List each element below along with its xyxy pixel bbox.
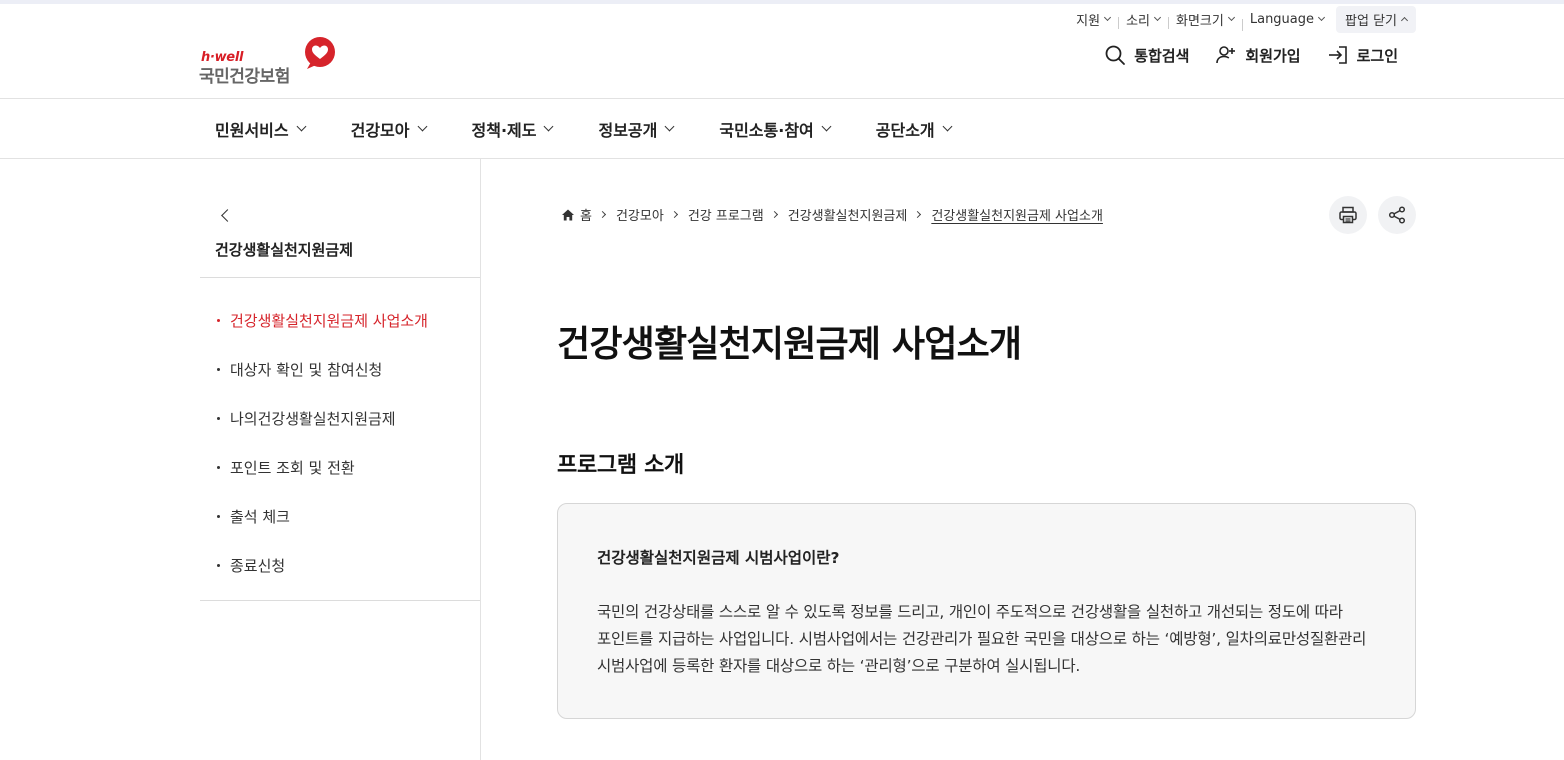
- bullet-icon: [217, 564, 220, 567]
- sidebar-item-label: 건강생활실천지원금제 사업소개: [230, 312, 428, 330]
- utility-bar: 지원 소리 화면크기 Language 팝업 닫기: [1068, 5, 1416, 33]
- chevron-left-icon[interactable]: [218, 206, 234, 226]
- home-icon: [562, 209, 574, 220]
- gnb-label: 정보공개: [598, 121, 658, 140]
- sidebar-item-label: 포인트 조회 및 전환: [230, 459, 355, 477]
- box-heading: 건강생활실천지원금제 시범사업이란?: [597, 549, 840, 567]
- gnb-item-policy[interactable]: 정책·제도: [471, 117, 554, 141]
- chevron-right-icon: [770, 210, 778, 219]
- header-actions: 통합검색 회원가입 로그인: [1104, 44, 1398, 66]
- chevron-down-icon: [821, 121, 832, 132]
- chevron-down-icon: [1153, 13, 1162, 21]
- login-label: 로그인: [1356, 46, 1398, 65]
- utility-language[interactable]: Language: [1241, 11, 1332, 31]
- chevron-right-icon: [598, 210, 607, 219]
- breadcrumb-item[interactable]: 건강모아: [616, 205, 664, 224]
- gnb-label: 공단소개: [875, 121, 935, 140]
- login-button[interactable]: 로그인: [1327, 44, 1398, 66]
- page-title: 건강생활실천지원금제 사업소개: [557, 324, 1022, 365]
- share-icon: [1388, 206, 1406, 224]
- bullet-icon: [217, 515, 220, 518]
- sidebar-item-my-program[interactable]: 나의건강생활실천지원금제: [215, 394, 428, 443]
- chevron-down-icon: [544, 121, 554, 132]
- share-button[interactable]: [1378, 196, 1416, 234]
- gnb-label: 건강모아: [350, 121, 410, 140]
- search-button[interactable]: 통합검색: [1104, 44, 1189, 66]
- sidebar-item-label: 출석 체크: [230, 508, 290, 526]
- chevron-down-icon: [1317, 13, 1326, 21]
- breadcrumb: 홈 건강모아 건강 프로그램 건강생활실천지원금제 건강생활실천지원금제 사업소…: [561, 205, 1103, 224]
- search-icon: [1105, 45, 1126, 65]
- utility-sound[interactable]: 소리: [1118, 10, 1168, 29]
- gnb-item-disclosure[interactable]: 정보공개: [598, 117, 675, 141]
- sidebar-separator: [200, 600, 480, 601]
- gnb-item-participation[interactable]: 국민소통·참여: [719, 117, 832, 141]
- utility-support-label: 지원: [1076, 13, 1101, 29]
- heart-logo-icon: [305, 37, 335, 69]
- signup-button[interactable]: 회원가입: [1215, 44, 1301, 66]
- nav-divider: [0, 158, 1564, 159]
- utility-support[interactable]: 지원: [1068, 10, 1118, 29]
- sidebar-item-eligibility[interactable]: 대상자 확인 및 참여신청: [215, 345, 428, 394]
- breadcrumb-home[interactable]: 홈: [580, 205, 592, 224]
- breadcrumb-item[interactable]: 건강 프로그램: [688, 205, 764, 224]
- sidebar-menu: 건강생활실천지원금제 사업소개 대상자 확인 및 참여신청 나의건강생활실천지원…: [215, 296, 428, 590]
- gnb-label: 국민소통·참여: [719, 121, 814, 140]
- logo-korean: 국민건강보험: [199, 67, 290, 87]
- gnb-label: 민원서비스: [215, 121, 289, 140]
- chevron-down-icon: [296, 121, 307, 132]
- chevron-right-icon: [670, 210, 678, 219]
- chevron-down-icon: [417, 121, 427, 132]
- print-button[interactable]: [1329, 196, 1367, 234]
- utility-screen-size[interactable]: 화면크기: [1168, 10, 1242, 29]
- sidebar-item-label: 종료신청: [230, 557, 286, 575]
- search-label: 통합검색: [1134, 46, 1190, 65]
- login-icon: [1328, 46, 1347, 64]
- chevron-down-icon: [942, 121, 953, 132]
- sidebar-separator: [200, 277, 480, 278]
- chevron-right-icon: [914, 210, 922, 219]
- program-intro-box: 건강생활실천지원금제 시범사업이란? 국민의 건강상태를 스스로 알 수 있도록…: [557, 503, 1416, 719]
- chevron-down-icon: [1104, 13, 1112, 21]
- signup-label: 회원가입: [1245, 46, 1301, 65]
- site-logo[interactable]: h·well 국민건강보험: [199, 36, 339, 87]
- bullet-icon: [217, 319, 220, 322]
- chevron-down-icon: [1227, 13, 1235, 21]
- bullet-icon: [217, 466, 220, 469]
- user-plus-icon: [1216, 46, 1236, 64]
- chevron-down-icon: [664, 121, 675, 132]
- popup-close-label: 팝업 닫기: [1345, 13, 1397, 29]
- sidebar-item-label: 대상자 확인 및 참여신청: [230, 361, 383, 379]
- global-nav: 민원서비스 건강모아 정책·제도 정보공개 국민소통·참여 공단소개: [215, 112, 997, 146]
- sidebar-item-program-intro[interactable]: 건강생활실천지원금제 사업소개: [215, 296, 428, 345]
- gnb-label: 정책·제도: [471, 121, 537, 140]
- gnb-item-about[interactable]: 공단소개: [875, 117, 953, 141]
- sidebar-divider: [480, 159, 481, 760]
- chevron-up-icon: [1400, 16, 1409, 25]
- breadcrumb-item[interactable]: 건강생활실천지원금제: [788, 205, 908, 224]
- sidebar-item-label: 나의건강생활실천지원금제: [230, 410, 396, 428]
- popup-close-button[interactable]: 팝업 닫기: [1336, 5, 1416, 33]
- gnb-item-health-moa[interactable]: 건강모아: [350, 117, 427, 141]
- utility-screen-size-label: 화면크기: [1176, 13, 1224, 29]
- sidebar-item-termination[interactable]: 종료신청: [215, 541, 428, 590]
- bullet-icon: [217, 368, 220, 371]
- top-accent-line: [0, 0, 1564, 4]
- sidebar-title: 건강생활실천지원금제: [215, 241, 354, 259]
- utility-sound-label: 소리: [1126, 13, 1151, 29]
- header-divider: [0, 98, 1564, 99]
- breadcrumb-current[interactable]: 건강생활실천지원금제 사업소개: [931, 205, 1103, 224]
- sidebar-item-attendance[interactable]: 출석 체크: [215, 492, 428, 541]
- box-body-text: 국민의 건강상태를 스스로 알 수 있도록 정보를 드리고, 개인이 주도적으로…: [597, 603, 1367, 675]
- bullet-icon: [217, 417, 220, 420]
- utility-language-label: Language: [1249, 11, 1315, 27]
- sidebar-item-points[interactable]: 포인트 조회 및 전환: [215, 443, 428, 492]
- print-icon: [1339, 206, 1357, 224]
- section-title: 프로그램 소개: [557, 453, 684, 478]
- gnb-item-civil-service[interactable]: 민원서비스: [215, 117, 307, 141]
